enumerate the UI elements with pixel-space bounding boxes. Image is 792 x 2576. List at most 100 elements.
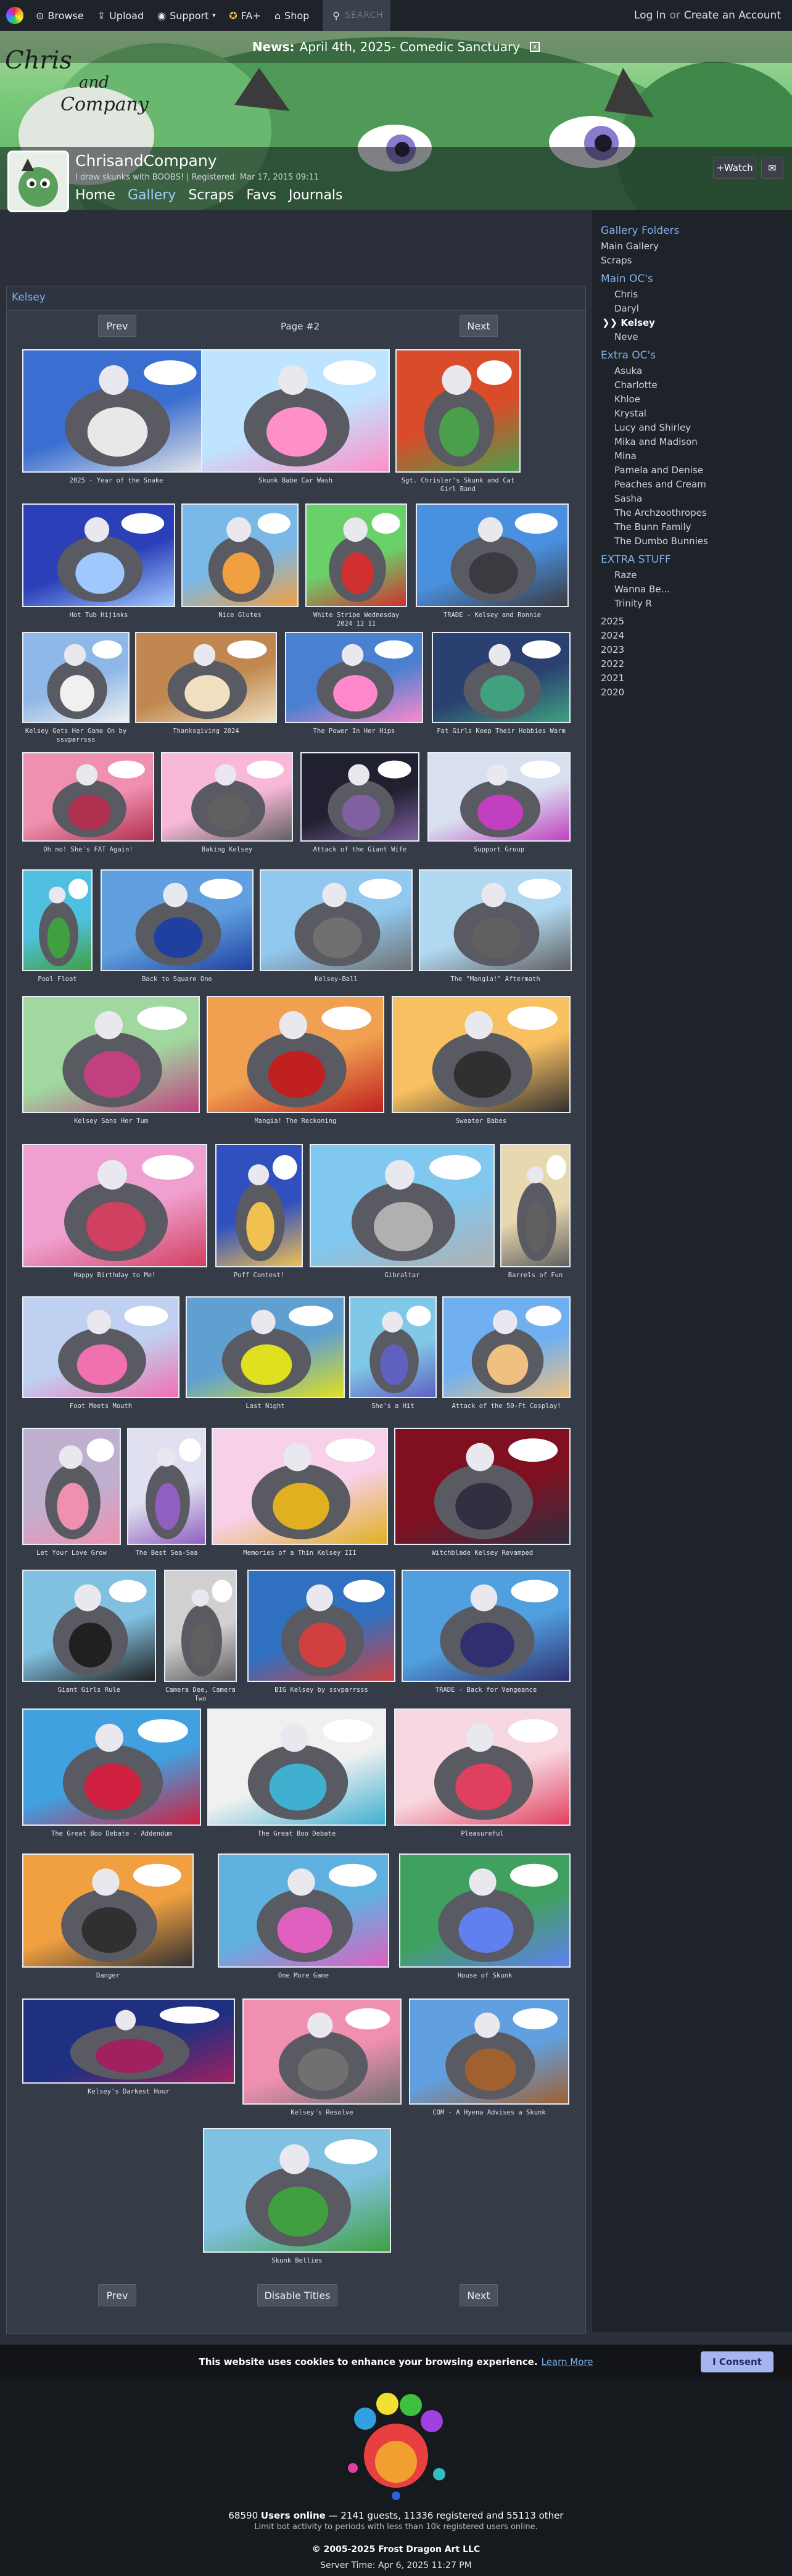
consent-button[interactable]: I Consent: [701, 2351, 773, 2372]
gallery-thumbnail[interactable]: [416, 503, 569, 607]
gallery-thumbnail[interactable]: [432, 632, 571, 723]
gallery-thumbnail[interactable]: [201, 349, 390, 473]
thumbnail-title[interactable]: Foot Meets Mouth: [22, 1402, 179, 1410]
shop-link[interactable]: ⌂ Shop: [274, 10, 309, 22]
gallery-thumbnail[interactable]: [442, 1296, 571, 1398]
learn-more-link[interactable]: Learn More: [542, 2356, 593, 2367]
gallery-thumbnail[interactable]: [22, 869, 93, 971]
thumbnail-title[interactable]: Baking Kelsey: [161, 845, 293, 854]
mail-icon[interactable]: ✉: [761, 157, 783, 179]
folder-peaches-and-cream[interactable]: Peaches and Cream: [601, 478, 783, 492]
folder-wanna-be[interactable]: Wanna Be...: [601, 582, 783, 597]
year-2022[interactable]: 2022: [601, 657, 783, 671]
thumbnail-title[interactable]: Camera Dee, Camera Two: [164, 1686, 237, 1703]
thumbnail-title[interactable]: Kelsey's Resolve: [242, 2108, 402, 2117]
upload-link[interactable]: ⇪ Upload: [97, 10, 144, 22]
gallery-thumbnail[interactable]: [22, 1708, 201, 1826]
thumbnail-title[interactable]: Pool Float: [22, 975, 93, 984]
gallery-thumbnail[interactable]: [215, 1144, 303, 1267]
tab-home[interactable]: Home: [75, 188, 115, 203]
gallery-thumbnail[interactable]: [500, 1144, 571, 1267]
gallery-thumbnail[interactable]: [207, 996, 384, 1113]
thumbnail-title[interactable]: Sweater Babes: [392, 1117, 571, 1125]
tab-favs[interactable]: Favs: [246, 188, 276, 203]
thumbnail-title[interactable]: 2025 - Year of the Snake: [22, 476, 210, 485]
year-2021[interactable]: 2021: [601, 671, 783, 685]
gallery-thumbnail[interactable]: [22, 632, 130, 723]
gallery-thumbnail[interactable]: [310, 1144, 495, 1267]
thumbnail-title[interactable]: Attack of the 50-Ft Cosplay!: [442, 1402, 571, 1410]
folder-the-archzoothropes[interactable]: The Archzoothropes: [601, 506, 783, 520]
folder-khloe[interactable]: Khloe: [601, 392, 783, 407]
gallery-thumbnail[interactable]: [22, 1144, 207, 1267]
site-logo-icon[interactable]: [6, 7, 23, 24]
folder-chris[interactable]: Chris: [601, 288, 783, 302]
thumbnail-title[interactable]: Giant Girls Rule: [22, 1686, 156, 1694]
thumbnail-title[interactable]: Pleasureful: [394, 1829, 571, 1838]
close-icon[interactable]: x: [530, 42, 540, 52]
gallery-thumbnail[interactable]: [285, 632, 423, 723]
next-button[interactable]: Next: [460, 315, 498, 337]
gallery-thumbnail[interactable]: [394, 1428, 571, 1545]
prev-button-bottom[interactable]: Prev: [98, 2284, 136, 2306]
folder-kelsey-current[interactable]: ❯❯ Kelsey: [601, 316, 783, 330]
gallery-thumbnail[interactable]: [218, 1853, 389, 1968]
year-2023[interactable]: 2023: [601, 643, 783, 657]
profile-name[interactable]: ChrisandCompany: [75, 152, 217, 170]
scraps-link[interactable]: Scraps: [601, 254, 783, 268]
thumbnail-title[interactable]: Kelsey-Ball: [260, 975, 413, 984]
folder-asuka[interactable]: Asuka: [601, 364, 783, 378]
thumbnail-title[interactable]: TRADE - Back for Vengeance: [402, 1686, 571, 1694]
thumbnail-title[interactable]: Nice Glutes: [181, 611, 299, 619]
gallery-thumbnail[interactable]: [247, 1570, 395, 1682]
gallery-thumbnail[interactable]: [392, 996, 571, 1113]
gallery-thumbnail[interactable]: [395, 349, 521, 473]
thumbnail-title[interactable]: Kelsey's Darkest Hour: [22, 2087, 235, 2096]
folder-trinity-r[interactable]: Trinity R: [601, 597, 783, 611]
thumbnail-title[interactable]: Puff Contest!: [215, 1271, 303, 1280]
gallery-thumbnail[interactable]: [300, 752, 419, 842]
thumbnail-title[interactable]: Barrels of Fun: [500, 1271, 571, 1280]
thumbnail-title[interactable]: Attack of the Giant Wife: [300, 845, 419, 854]
gallery-thumbnail[interactable]: [186, 1296, 345, 1398]
news-text[interactable]: April 4th, 2025- Comedic Sanctuary: [300, 39, 521, 54]
login-link[interactable]: Log In: [634, 9, 666, 22]
gallery-thumbnail[interactable]: [22, 349, 210, 473]
search-input[interactable]: [345, 10, 389, 20]
gallery-thumbnail[interactable]: [409, 1998, 569, 2105]
thumbnail-title[interactable]: The "Mangia!" Aftermath: [419, 975, 572, 984]
folder-pamela-and-denise[interactable]: Pamela and Denise: [601, 463, 783, 478]
support-menu[interactable]: ◉ Support ▾: [157, 10, 215, 22]
folder-lucy-and-shirley[interactable]: Lucy and Shirley: [601, 421, 783, 435]
gallery-thumbnail[interactable]: [399, 1853, 571, 1968]
gallery-thumbnail[interactable]: [203, 2128, 391, 2253]
gallery-thumbnail[interactable]: [161, 752, 293, 842]
gallery-thumbnail[interactable]: [22, 996, 200, 1113]
thumbnail-title[interactable]: House of Skunk: [399, 1971, 571, 1980]
gallery-thumbnail[interactable]: [349, 1296, 437, 1398]
gallery-thumbnail[interactable]: [181, 503, 299, 607]
thumbnail-title[interactable]: One More Game: [218, 1971, 389, 1980]
tab-journals[interactable]: Journals: [289, 188, 343, 203]
gallery-thumbnail[interactable]: [305, 503, 407, 607]
gallery-thumbnail[interactable]: [394, 1708, 571, 1826]
gallery-thumbnail[interactable]: [164, 1570, 237, 1682]
thumbnail-title[interactable]: Danger: [22, 1971, 194, 1980]
search-box[interactable]: ⚲: [323, 0, 391, 31]
gallery-thumbnail[interactable]: [22, 1998, 235, 2084]
fa-plus-link[interactable]: ✪ FA+: [229, 10, 261, 22]
gallery-thumbnail[interactable]: [419, 869, 572, 971]
folder-neve[interactable]: Neve: [601, 330, 783, 344]
folder-charlotte[interactable]: Charlotte: [601, 378, 783, 392]
tab-scraps[interactable]: Scraps: [188, 188, 234, 203]
thumbnail-title[interactable]: Mangia! The Reckoning: [207, 1117, 384, 1125]
gallery-thumbnail[interactable]: [22, 752, 154, 842]
gallery-thumbnail[interactable]: [402, 1570, 571, 1682]
gallery-thumbnail[interactable]: [22, 1428, 121, 1545]
folder-sasha[interactable]: Sasha: [601, 492, 783, 506]
gallery-thumbnail[interactable]: [22, 1853, 194, 1968]
thumbnail-title[interactable]: The Great Boo Debate - Addendum: [22, 1829, 201, 1838]
thumbnail-title[interactable]: TRADE - Kelsey and Ronnie: [416, 611, 569, 619]
create-account-link[interactable]: Create an Account: [684, 9, 781, 22]
thumbnail-title[interactable]: Last Night: [186, 1402, 345, 1410]
